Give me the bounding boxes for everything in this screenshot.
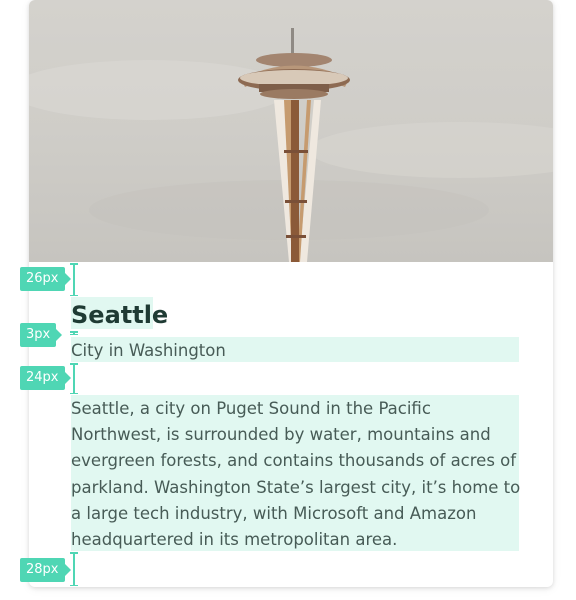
spacing-tag-title-to-subtitle: 3px bbox=[20, 323, 63, 347]
spacing-tag-body-to-bottom: 28px bbox=[20, 558, 70, 582]
spacing-tag-image-to-title: 26px bbox=[20, 267, 70, 291]
hero-image-space-needle bbox=[29, 0, 553, 262]
card-subtitle: City in Washington bbox=[71, 341, 226, 360]
spacing-tag-subtitle-to-body: 24px bbox=[20, 366, 70, 390]
card-description: Seattle, a city on Puget Sound in the Pa… bbox=[71, 399, 521, 550]
spacing-marker-image-to-title bbox=[70, 263, 78, 296]
spacing-marker-title-to-subtitle bbox=[70, 331, 78, 335]
spacing-marker-body-to-bottom bbox=[70, 552, 78, 586]
card-title: Seattle bbox=[71, 301, 169, 329]
spacing-marker-subtitle-to-body bbox=[70, 363, 78, 394]
